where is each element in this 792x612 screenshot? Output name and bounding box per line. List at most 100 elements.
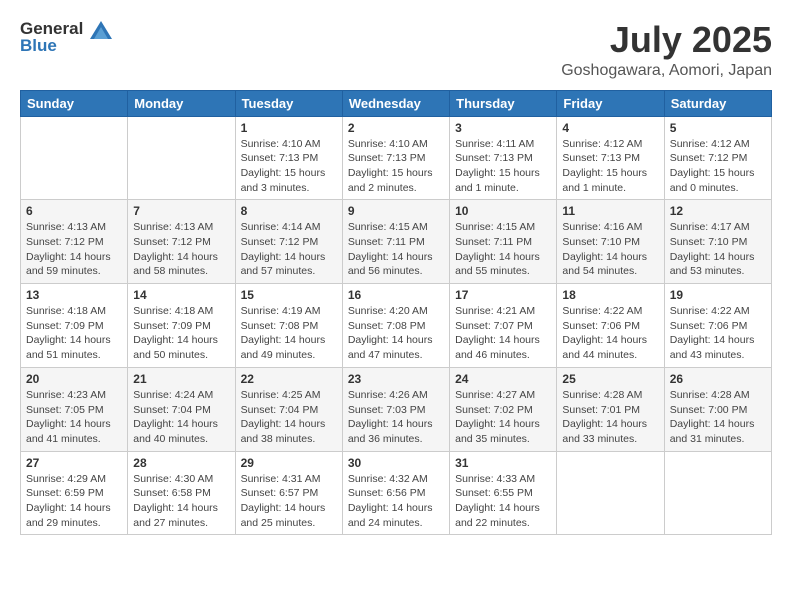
logo-blue: Blue xyxy=(20,37,112,56)
day-detail: Sunrise: 4:24 AM Sunset: 7:04 PM Dayligh… xyxy=(133,388,229,447)
calendar-cell: 14Sunrise: 4:18 AM Sunset: 7:09 PM Dayli… xyxy=(128,284,235,368)
day-number: 11 xyxy=(562,204,658,218)
weekday-header-wednesday: Wednesday xyxy=(342,90,449,116)
calendar-cell: 28Sunrise: 4:30 AM Sunset: 6:58 PM Dayli… xyxy=(128,451,235,535)
day-detail: Sunrise: 4:17 AM Sunset: 7:10 PM Dayligh… xyxy=(670,220,766,279)
day-detail: Sunrise: 4:32 AM Sunset: 6:56 PM Dayligh… xyxy=(348,472,444,531)
day-detail: Sunrise: 4:21 AM Sunset: 7:07 PM Dayligh… xyxy=(455,304,551,363)
calendar-cell: 3 Sunrise: 4:11 AM Sunset: 7:13 PM Daylig… xyxy=(450,116,557,200)
calendar-cell: 5 Sunrise: 4:12 AM Sunset: 7:12 PM Daylig… xyxy=(664,116,771,200)
weekday-header-sunday: Sunday xyxy=(21,90,128,116)
day-detail: Sunrise: 4:22 AM Sunset: 7:06 PM Dayligh… xyxy=(670,304,766,363)
weekday-header-friday: Friday xyxy=(557,90,664,116)
day-number: 21 xyxy=(133,372,229,386)
day-detail: Sunrise: 4:10 AM Sunset: 7:13 PM Dayligh… xyxy=(241,137,337,196)
calendar-cell: 20 Sunrise: 4:23 AM Sunset: 7:05 PM Dayli… xyxy=(21,367,128,451)
calendar-cell: 21 Sunrise: 4:24 AM Sunset: 7:04 PM Dayli… xyxy=(128,367,235,451)
day-detail: Sunrise: 4:23 AM Sunset: 7:05 PM Dayligh… xyxy=(26,388,122,447)
calendar-cell: 1 Sunrise: 4:10 AM Sunset: 7:13 PM Daylig… xyxy=(235,116,342,200)
logo: General Blue xyxy=(20,20,112,55)
calendar-cell: 12 Sunrise: 4:17 AM Sunset: 7:10 PM Dayli… xyxy=(664,200,771,284)
calendar-cell: 31 Sunrise: 4:33 AM Sunset: 6:55 PM Dayli… xyxy=(450,451,557,535)
day-number: 13 xyxy=(26,288,122,302)
day-number: 23 xyxy=(348,372,444,386)
month-title: July 2025 xyxy=(561,20,772,60)
page-header: General Blue July 2025 Goshogawara, Aomo… xyxy=(20,20,772,80)
day-number: 6 xyxy=(26,204,122,218)
day-detail: Sunrise: 4:18 AM Sunset: 7:09 PM Dayligh… xyxy=(26,304,122,363)
day-detail: Sunrise: 4:31 AM Sunset: 6:57 PM Dayligh… xyxy=(241,472,337,531)
location-title: Goshogawara, Aomori, Japan xyxy=(561,62,772,80)
day-number: 16 xyxy=(348,288,444,302)
day-number: 8 xyxy=(241,204,337,218)
day-number: 10 xyxy=(455,204,551,218)
calendar-week-row: 27 Sunrise: 4:29 AM Sunset: 6:59 PM Dayli… xyxy=(21,451,772,535)
calendar-cell: 8Sunrise: 4:14 AM Sunset: 7:12 PM Daylig… xyxy=(235,200,342,284)
calendar-cell: 16Sunrise: 4:20 AM Sunset: 7:08 PM Dayli… xyxy=(342,284,449,368)
calendar-cell: 25 Sunrise: 4:28 AM Sunset: 7:01 PM Dayli… xyxy=(557,367,664,451)
day-number: 30 xyxy=(348,456,444,470)
calendar-cell: 19Sunrise: 4:22 AM Sunset: 7:06 PM Dayli… xyxy=(664,284,771,368)
day-number: 2 xyxy=(348,121,444,135)
day-detail: Sunrise: 4:15 AM Sunset: 7:11 PM Dayligh… xyxy=(348,220,444,279)
title-section: July 2025 Goshogawara, Aomori, Japan xyxy=(561,20,772,80)
day-detail: Sunrise: 4:25 AM Sunset: 7:04 PM Dayligh… xyxy=(241,388,337,447)
calendar-cell: 13 Sunrise: 4:18 AM Sunset: 7:09 PM Dayli… xyxy=(21,284,128,368)
calendar-cell: 22 Sunrise: 4:25 AM Sunset: 7:04 PM Dayli… xyxy=(235,367,342,451)
day-detail: Sunrise: 4:10 AM Sunset: 7:13 PM Dayligh… xyxy=(348,137,444,196)
day-detail: Sunrise: 4:15 AM Sunset: 7:11 PM Dayligh… xyxy=(455,220,551,279)
weekday-header-saturday: Saturday xyxy=(664,90,771,116)
calendar-cell xyxy=(557,451,664,535)
day-detail: Sunrise: 4:11 AM Sunset: 7:13 PM Dayligh… xyxy=(455,137,551,196)
calendar-cell: 24 Sunrise: 4:27 AM Sunset: 7:02 PM Dayli… xyxy=(450,367,557,451)
calendar-cell: 18 Sunrise: 4:22 AM Sunset: 7:06 PM Dayli… xyxy=(557,284,664,368)
calendar-cell xyxy=(128,116,235,200)
calendar-cell: 9 Sunrise: 4:15 AM Sunset: 7:11 PM Daylig… xyxy=(342,200,449,284)
day-number: 15 xyxy=(241,288,337,302)
day-number: 12 xyxy=(670,204,766,218)
day-number: 3 xyxy=(455,121,551,135)
day-number: 1 xyxy=(241,121,337,135)
day-number: 4 xyxy=(562,121,658,135)
calendar-cell: 6 Sunrise: 4:13 AM Sunset: 7:12 PM Daylig… xyxy=(21,200,128,284)
day-number: 22 xyxy=(241,372,337,386)
day-detail: Sunrise: 4:13 AM Sunset: 7:12 PM Dayligh… xyxy=(26,220,122,279)
calendar-cell xyxy=(664,451,771,535)
day-number: 31 xyxy=(455,456,551,470)
day-detail: Sunrise: 4:33 AM Sunset: 6:55 PM Dayligh… xyxy=(455,472,551,531)
day-detail: Sunrise: 4:26 AM Sunset: 7:03 PM Dayligh… xyxy=(348,388,444,447)
calendar-cell: 30 Sunrise: 4:32 AM Sunset: 6:56 PM Dayli… xyxy=(342,451,449,535)
day-number: 29 xyxy=(241,456,337,470)
day-detail: Sunrise: 4:30 AM Sunset: 6:58 PM Dayligh… xyxy=(133,472,229,531)
calendar-cell: 7Sunrise: 4:13 AM Sunset: 7:12 PM Daylig… xyxy=(128,200,235,284)
day-number: 24 xyxy=(455,372,551,386)
calendar-week-row: 20 Sunrise: 4:23 AM Sunset: 7:05 PM Dayli… xyxy=(21,367,772,451)
calendar-cell: 11 Sunrise: 4:16 AM Sunset: 7:10 PM Dayli… xyxy=(557,200,664,284)
calendar-cell: 17 Sunrise: 4:21 AM Sunset: 7:07 PM Dayli… xyxy=(450,284,557,368)
day-number: 25 xyxy=(562,372,658,386)
day-detail: Sunrise: 4:28 AM Sunset: 7:01 PM Dayligh… xyxy=(562,388,658,447)
day-number: 20 xyxy=(26,372,122,386)
day-number: 5 xyxy=(670,121,766,135)
calendar-table: SundayMondayTuesdayWednesdayThursdayFrid… xyxy=(20,90,772,536)
day-detail: Sunrise: 4:27 AM Sunset: 7:02 PM Dayligh… xyxy=(455,388,551,447)
weekday-header-monday: Monday xyxy=(128,90,235,116)
calendar-cell: 29 Sunrise: 4:31 AM Sunset: 6:57 PM Dayli… xyxy=(235,451,342,535)
day-number: 7 xyxy=(133,204,229,218)
day-number: 17 xyxy=(455,288,551,302)
day-number: 18 xyxy=(562,288,658,302)
day-detail: Sunrise: 4:29 AM Sunset: 6:59 PM Dayligh… xyxy=(26,472,122,531)
weekday-header-thursday: Thursday xyxy=(450,90,557,116)
day-detail: Sunrise: 4:12 AM Sunset: 7:12 PM Dayligh… xyxy=(670,137,766,196)
day-number: 9 xyxy=(348,204,444,218)
day-detail: Sunrise: 4:12 AM Sunset: 7:13 PM Dayligh… xyxy=(562,137,658,196)
day-detail: Sunrise: 4:22 AM Sunset: 7:06 PM Dayligh… xyxy=(562,304,658,363)
calendar-week-row: 6 Sunrise: 4:13 AM Sunset: 7:12 PM Daylig… xyxy=(21,200,772,284)
day-detail: Sunrise: 4:18 AM Sunset: 7:09 PM Dayligh… xyxy=(133,304,229,363)
calendar-week-row: 1 Sunrise: 4:10 AM Sunset: 7:13 PM Daylig… xyxy=(21,116,772,200)
day-detail: Sunrise: 4:16 AM Sunset: 7:10 PM Dayligh… xyxy=(562,220,658,279)
calendar-week-row: 13 Sunrise: 4:18 AM Sunset: 7:09 PM Dayli… xyxy=(21,284,772,368)
day-detail: Sunrise: 4:19 AM Sunset: 7:08 PM Dayligh… xyxy=(241,304,337,363)
day-number: 27 xyxy=(26,456,122,470)
calendar-cell: 26Sunrise: 4:28 AM Sunset: 7:00 PM Dayli… xyxy=(664,367,771,451)
